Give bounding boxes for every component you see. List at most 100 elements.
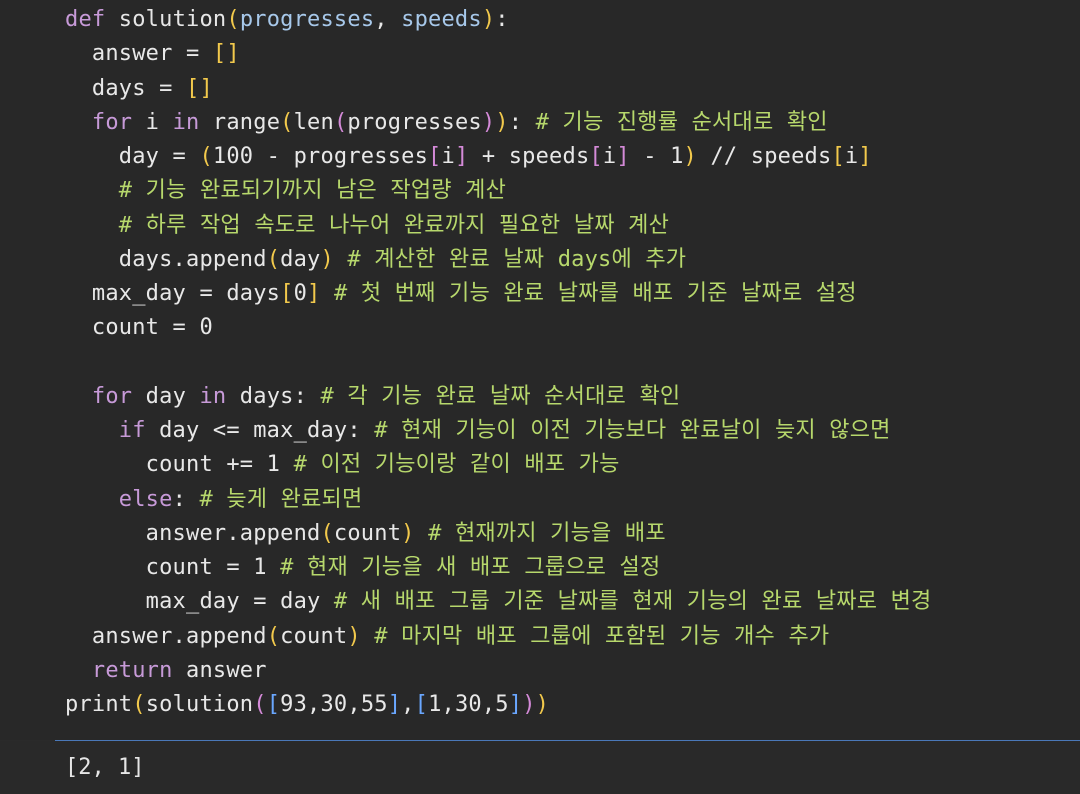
code-token: return — [91, 657, 173, 683]
code-token: : — [508, 109, 536, 135]
code-token: : — [495, 7, 509, 32]
code-token: count += 1 — [65, 452, 294, 478]
code-token: count = 1 — [65, 555, 281, 580]
code-token: # 이전 기능이랑 같이 배포 가능 — [293, 452, 620, 478]
code-token: ) — [401, 520, 415, 546]
code-line[interactable]: max_day = day # 새 배포 그룹 기준 날짜를 현재 기능의 완료… — [65, 585, 932, 619]
code-line[interactable]: answer = [] — [65, 37, 240, 71]
code-token: i — [844, 144, 859, 169]
code-token: 93,30,55 — [280, 692, 388, 717]
code-token: solution — [105, 7, 227, 32]
code-token: # 첫 번째 기능 완료 날짜를 배포 기준 날짜로 설정 — [333, 281, 857, 306]
code-token: [ — [266, 692, 281, 717]
code-token: if — [118, 418, 146, 443]
output-text: [2, 1] — [65, 755, 145, 780]
code-line[interactable]: days.append(day) # 계산한 완료 날짜 days에 추가 — [65, 243, 686, 277]
code-token: + speeds — [468, 144, 590, 169]
code-token: 100 - progresses — [212, 144, 429, 169]
code-token: answer — [172, 657, 267, 683]
code-token: print — [65, 692, 133, 717]
code-token: ( — [199, 144, 213, 169]
code-token: // speeds — [697, 144, 832, 169]
code-token: ) — [481, 109, 496, 135]
code-token: # 현재까지 기능을 배포 — [428, 520, 666, 546]
code-token: in — [199, 383, 227, 409]
code-line[interactable]: count = 1 # 현재 기능을 새 배포 그룹으로 설정 — [65, 551, 661, 585]
code-token: # 계산한 완료 날짜 days에 추가 — [347, 246, 687, 272]
code-line[interactable]: # 기능 완료되기까지 남은 작업량 계산 — [65, 174, 506, 208]
code-token: ( — [266, 623, 281, 649]
code-token: ( — [266, 246, 281, 272]
code-token: ) — [347, 623, 361, 649]
code-token: i — [132, 109, 173, 135]
code-token: # 현재 기능을 새 배포 그룹으로 설정 — [280, 555, 661, 580]
code-token: [] — [186, 75, 213, 101]
code-token: , — [401, 692, 415, 717]
code-line[interactable]: return answer — [65, 654, 267, 688]
code-token: [ — [414, 692, 429, 717]
code-line[interactable]: days = [] — [65, 72, 213, 106]
code-line[interactable]: for i in range(len(progresses)): # 기능 진행… — [65, 106, 828, 140]
code-token: 1,30,5 — [428, 692, 509, 717]
code-token: solution — [145, 692, 254, 717]
code-line[interactable]: count = 0 — [65, 311, 213, 345]
code-token: for — [91, 109, 133, 135]
code-token: max_day = days — [65, 281, 281, 306]
code-token: [ — [428, 144, 442, 169]
code-token: ) — [522, 692, 536, 717]
code-token: # 현재 기능이 이전 기능보다 완료날이 늦지 않으면 — [374, 418, 891, 443]
code-token: # 기능 진행률 순서대로 확인 — [535, 109, 828, 135]
code-token: days: — [226, 383, 321, 409]
code-line[interactable]: max_day = days[0] # 첫 번째 기능 완료 날짜를 배포 기준… — [65, 277, 857, 311]
code-token: ) — [320, 246, 334, 272]
code-token: 0 — [293, 281, 308, 306]
code-line[interactable]: for day in days: # 각 기능 완료 날짜 순서대로 확인 — [65, 380, 680, 414]
code-token: ] — [616, 144, 630, 169]
code-token: ( — [226, 7, 240, 32]
code-token: # 늦게 완료되면 — [199, 486, 363, 512]
code-token: count — [333, 520, 402, 546]
code-token: ] — [858, 144, 872, 169]
code-token: in — [172, 109, 200, 135]
code-line[interactable]: print(solution([93,30,55],[1,30,5])) — [65, 688, 549, 722]
code-token: : — [172, 486, 200, 512]
code-token: def — [65, 7, 106, 32]
code-token: # 하루 작업 속도로 나누어 완료까지 필요한 날짜 계산 — [65, 212, 670, 238]
code-editor[interactable]: def solution(progresses, speeds): answer… — [0, 0, 1080, 740]
code-token: [ — [280, 281, 294, 306]
output-panel: [2, 1] — [0, 741, 1080, 794]
code-token: answer = — [65, 41, 213, 67]
code-token: day — [280, 246, 321, 272]
code-token: ) — [481, 7, 496, 32]
code-token: ( — [280, 109, 294, 135]
code-line[interactable]: if day <= max_day: # 현재 기능이 이전 기능보다 완료날이… — [65, 414, 891, 448]
code-token: days.append — [65, 246, 267, 272]
code-token: , — [374, 7, 402, 32]
code-token: day = — [65, 144, 200, 169]
code-line[interactable]: answer.append(count) # 마지막 배포 그룹에 포함된 기능… — [65, 620, 829, 654]
code-token: len — [293, 109, 334, 135]
code-line[interactable]: day = (100 - progresses[i] + speeds[i] -… — [65, 140, 872, 174]
code-token: for — [91, 383, 133, 409]
code-token: ] — [454, 144, 469, 169]
code-line[interactable]: def solution(progresses, speeds): — [65, 3, 509, 37]
code-line[interactable]: # 하루 작업 속도로 나누어 완료까지 필요한 날짜 계산 — [65, 209, 669, 243]
code-token: [ — [831, 144, 845, 169]
code-token: # 마지막 배포 그룹에 포함된 기능 개수 추가 — [374, 623, 830, 649]
code-line[interactable]: else: # 늦게 완료되면 — [65, 483, 362, 517]
code-line[interactable]: answer.append(count) # 현재까지 기능을 배포 — [65, 517, 666, 551]
code-token: - 1 — [629, 144, 684, 169]
code-token: count — [280, 623, 348, 649]
code-token: count = 0 — [65, 315, 213, 341]
code-token: progresses — [347, 109, 482, 135]
code-line[interactable]: count += 1 # 이전 기능이랑 같이 배포 가능 — [65, 448, 620, 482]
code-token: ) — [535, 692, 550, 717]
code-token: day — [132, 383, 200, 409]
